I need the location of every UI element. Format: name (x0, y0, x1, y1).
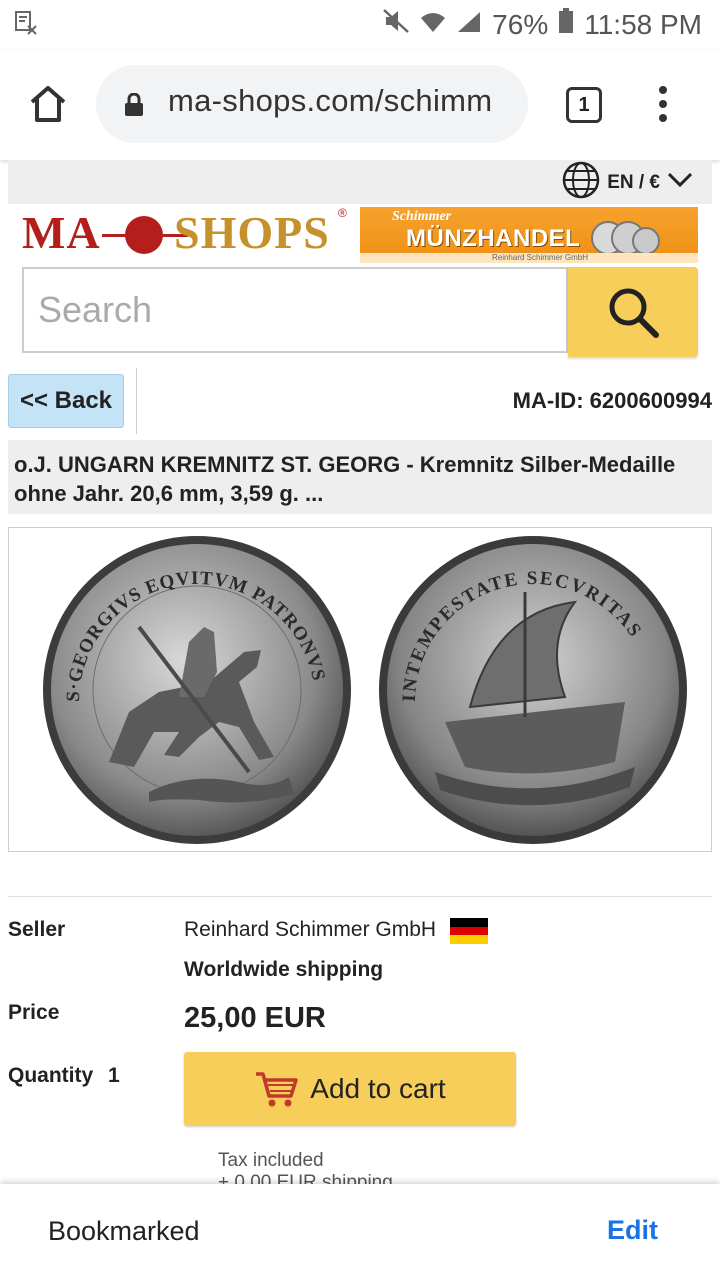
bookmark-snackbar: Bookmarked Edit (0, 1184, 720, 1280)
product-image[interactable]: S·GEORGIVS EQVITVM PATRONVS INTEMPESTATE… (8, 527, 712, 852)
banner-script-text: Schimmer (392, 209, 452, 224)
shipping-info: Worldwide shipping (184, 958, 384, 981)
search-bar (22, 267, 698, 357)
add-to-cart-button[interactable]: Add to cart (184, 1052, 516, 1126)
product-title: o.J. UNGARN KREMNITZ ST. GEORG - Kremnit… (14, 452, 676, 506)
search-button[interactable] (568, 267, 698, 357)
quantity-label: Quantity (8, 1064, 94, 1087)
product-title-box: o.J. UNGARN KREMNITZ ST. GEORG - Kremnit… (8, 440, 712, 514)
url-text: ma-shops.com/schimm (168, 83, 493, 118)
banner-subtitle: Reinhard Schimmer GmbH (360, 253, 698, 263)
logo-text-shops: SHOPS (174, 207, 330, 258)
globe-icon (561, 160, 601, 206)
ma-id: MA-ID: 6200600994 (512, 388, 712, 413)
menu-icon[interactable] (656, 86, 670, 130)
registered-mark: ® (338, 206, 347, 220)
germany-flag-icon (450, 918, 488, 944)
coin-obverse-image: S·GEORGIVS EQVITVM PATRONVS (43, 536, 351, 844)
shipping-fee: + 0,00 EUR shipping (218, 1172, 393, 1184)
home-icon[interactable] (26, 82, 70, 126)
search-icon (609, 288, 659, 338)
logo-text-ma: MA (22, 207, 101, 258)
divider (136, 368, 137, 434)
lock-icon (124, 92, 144, 122)
seller-label: Seller (8, 918, 66, 941)
language-label: EN / € (607, 172, 660, 193)
add-to-cart-label: Add to cart (310, 1073, 446, 1104)
ma-shops-logo[interactable]: MA SHOPS ® (22, 206, 362, 262)
status-bar: 76% 11:58 PM (0, 0, 720, 50)
price-label: Price (8, 1001, 60, 1024)
signal-icon (456, 9, 482, 41)
mute-icon (382, 8, 410, 41)
section-divider (8, 896, 712, 897)
chevron-down-icon (666, 170, 694, 196)
battery-icon (558, 8, 574, 41)
banner-title: MÜNZHANDEL (406, 225, 581, 252)
edit-bookmark-button[interactable]: Edit (607, 1215, 658, 1246)
address-bar[interactable]: ma-shops.com/schimm (96, 65, 528, 143)
tax-note: Tax included (218, 1150, 324, 1171)
seller-name-link[interactable]: Reinhard Schimmer GmbH (184, 918, 436, 942)
screenshot-icon (14, 10, 38, 41)
browser-toolbar: ma-shops.com/schimm 1 (0, 50, 720, 160)
quantity-value[interactable]: 1 (108, 1064, 120, 1088)
cart-icon (256, 1072, 299, 1107)
price-value: 25,00 EUR (184, 1002, 326, 1034)
dealer-banner[interactable]: Schimmer MÜNZHANDEL Reinhard Schimmer Gm… (360, 207, 698, 263)
coin-reverse-image: INTEMPESTATE SECVRITAS (379, 536, 687, 844)
search-input[interactable] (22, 267, 568, 353)
language-bar: EN / € (8, 160, 712, 204)
clock: 11:58 PM (584, 8, 702, 40)
back-button[interactable]: << Back (8, 374, 124, 428)
tab-switcher-button[interactable]: 1 (566, 87, 602, 123)
snackbar-message: Bookmarked (48, 1216, 200, 1246)
wifi-icon (420, 9, 446, 41)
language-selector[interactable]: EN / € (561, 160, 694, 206)
battery-level: 76% (492, 8, 549, 40)
